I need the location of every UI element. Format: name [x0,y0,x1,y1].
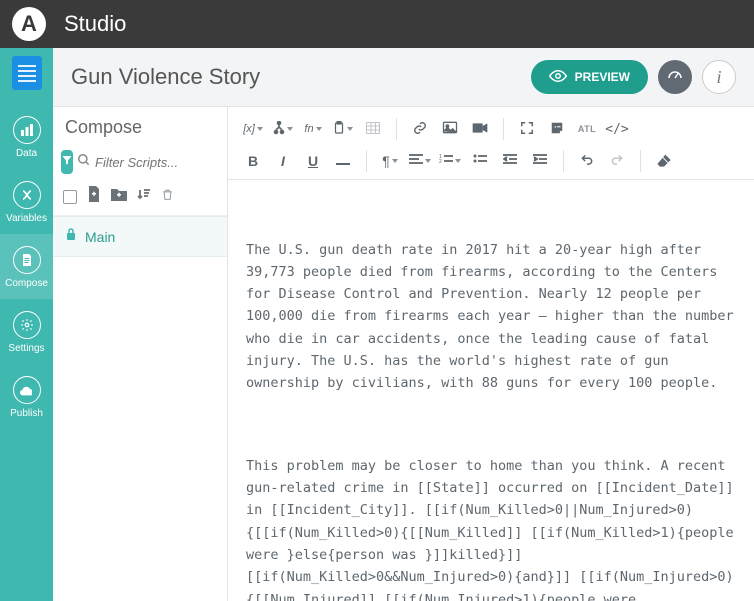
script-item-main[interactable]: Main [53,216,227,257]
link-icon [412,121,428,138]
script-list: Main [53,216,227,257]
compose-panel: Compose [53,107,228,601]
add-folder-button[interactable] [111,187,127,206]
sidebar-item-variables[interactable]: Variables [0,169,53,234]
code-button[interactable]: </> [602,115,632,143]
trash-icon [161,187,174,207]
image-button[interactable] [435,115,465,143]
sidebar-item-sheet[interactable] [0,48,53,104]
lock-icon [65,227,77,246]
info-icon: i [716,67,721,88]
sidebar-item-settings[interactable]: Settings [0,299,53,364]
page-title: Gun Violence Story [71,64,260,90]
file-plus-icon [87,186,101,207]
fullscreen-icon [520,121,534,138]
undo-icon [579,153,595,170]
align-icon [409,153,423,169]
bold-button[interactable]: B [238,147,268,175]
editor-paragraph: This problem may be closer to home than … [246,455,736,601]
sort-icon [137,187,151,206]
video-icon [472,121,488,137]
redo-icon [609,153,625,170]
outdent-button[interactable] [495,147,525,175]
sidebar-item-data[interactable]: Data [0,104,53,169]
sidebar-item-compose[interactable]: Compose [0,234,53,299]
outdent-icon [503,153,517,169]
x-icon [13,181,41,209]
italic-button[interactable]: I [268,147,298,175]
ordered-list-button[interactable]: 12 [435,147,465,175]
branch-icon [273,121,285,138]
delete-button[interactable] [161,187,174,207]
minus-icon [336,153,350,169]
funnel-icon [61,153,73,171]
underline-button[interactable]: U [298,147,328,175]
note-button[interactable] [542,115,572,143]
redo-button[interactable] [602,147,632,175]
table-icon [366,121,380,137]
link-button[interactable] [405,115,435,143]
search-icon [77,153,91,172]
hr-button[interactable] [328,147,358,175]
chart-icon [13,116,41,144]
insert-branch-button[interactable] [268,115,298,143]
insert-variable-button[interactable]: [x] [238,115,268,143]
eye-icon [549,70,567,85]
sidebar-item-label: Compose [5,278,48,289]
video-button[interactable] [465,115,495,143]
sidebar-item-label: Data [16,148,37,159]
align-button[interactable] [405,147,435,175]
sidebar-item-label: Settings [8,343,44,354]
gear-icon [13,311,41,339]
sheet-icon [12,56,42,90]
doc-icon [13,246,41,274]
indent-icon [533,153,547,169]
editor-paragraph: The U.S. gun death rate in 2017 hit a 20… [246,239,736,395]
cloud-icon [13,376,41,404]
unordered-list-button[interactable] [465,147,495,175]
sort-button[interactable] [137,187,151,206]
page-header: Gun Violence Story PREVIEW i [53,48,754,107]
app-name: Studio [64,11,126,37]
indent-button[interactable] [525,147,555,175]
clipboard-icon [333,121,345,138]
sidebar-item-label: Variables [6,213,47,224]
add-file-button[interactable] [87,186,101,207]
gauge-icon [666,66,684,89]
compose-title: Compose [53,107,227,146]
image-icon [442,121,458,137]
paragraph-button[interactable]: ¶ [375,147,405,175]
filter-button[interactable] [61,150,73,174]
insert-function-button[interactable]: fn [298,115,328,143]
list-ol-icon: 12 [439,153,453,169]
pilcrow-icon: ¶ [382,153,390,169]
editor-body[interactable]: The U.S. gun death rate in 2017 hit a 20… [228,180,754,601]
list-ul-icon [473,153,487,169]
svg-text:2: 2 [439,159,442,165]
insert-clipboard-button[interactable] [328,115,358,143]
insert-table-button[interactable] [358,115,388,143]
gauge-button[interactable] [658,60,692,94]
eraser-icon [656,153,672,170]
atl-button[interactable]: ATL [572,115,602,143]
script-name: Main [85,229,115,245]
sidebar-item-label: Publish [10,408,43,419]
folder-plus-icon [111,187,127,206]
eraser-button[interactable] [649,147,679,175]
sidebar-item-publish[interactable]: Publish [0,364,53,429]
note-icon [550,121,564,138]
preview-label: PREVIEW [575,70,630,84]
fullscreen-button[interactable] [512,115,542,143]
select-all-checkbox[interactable] [63,190,77,204]
info-button[interactable]: i [702,60,736,94]
app-logo: A [12,7,46,41]
editor-toolbar: [x] fn [228,107,754,180]
preview-button[interactable]: PREVIEW [531,60,648,94]
top-bar: A Studio [0,0,754,48]
left-sidebar: Data Variables Compose Settings Publish [0,48,53,601]
undo-button[interactable] [572,147,602,175]
